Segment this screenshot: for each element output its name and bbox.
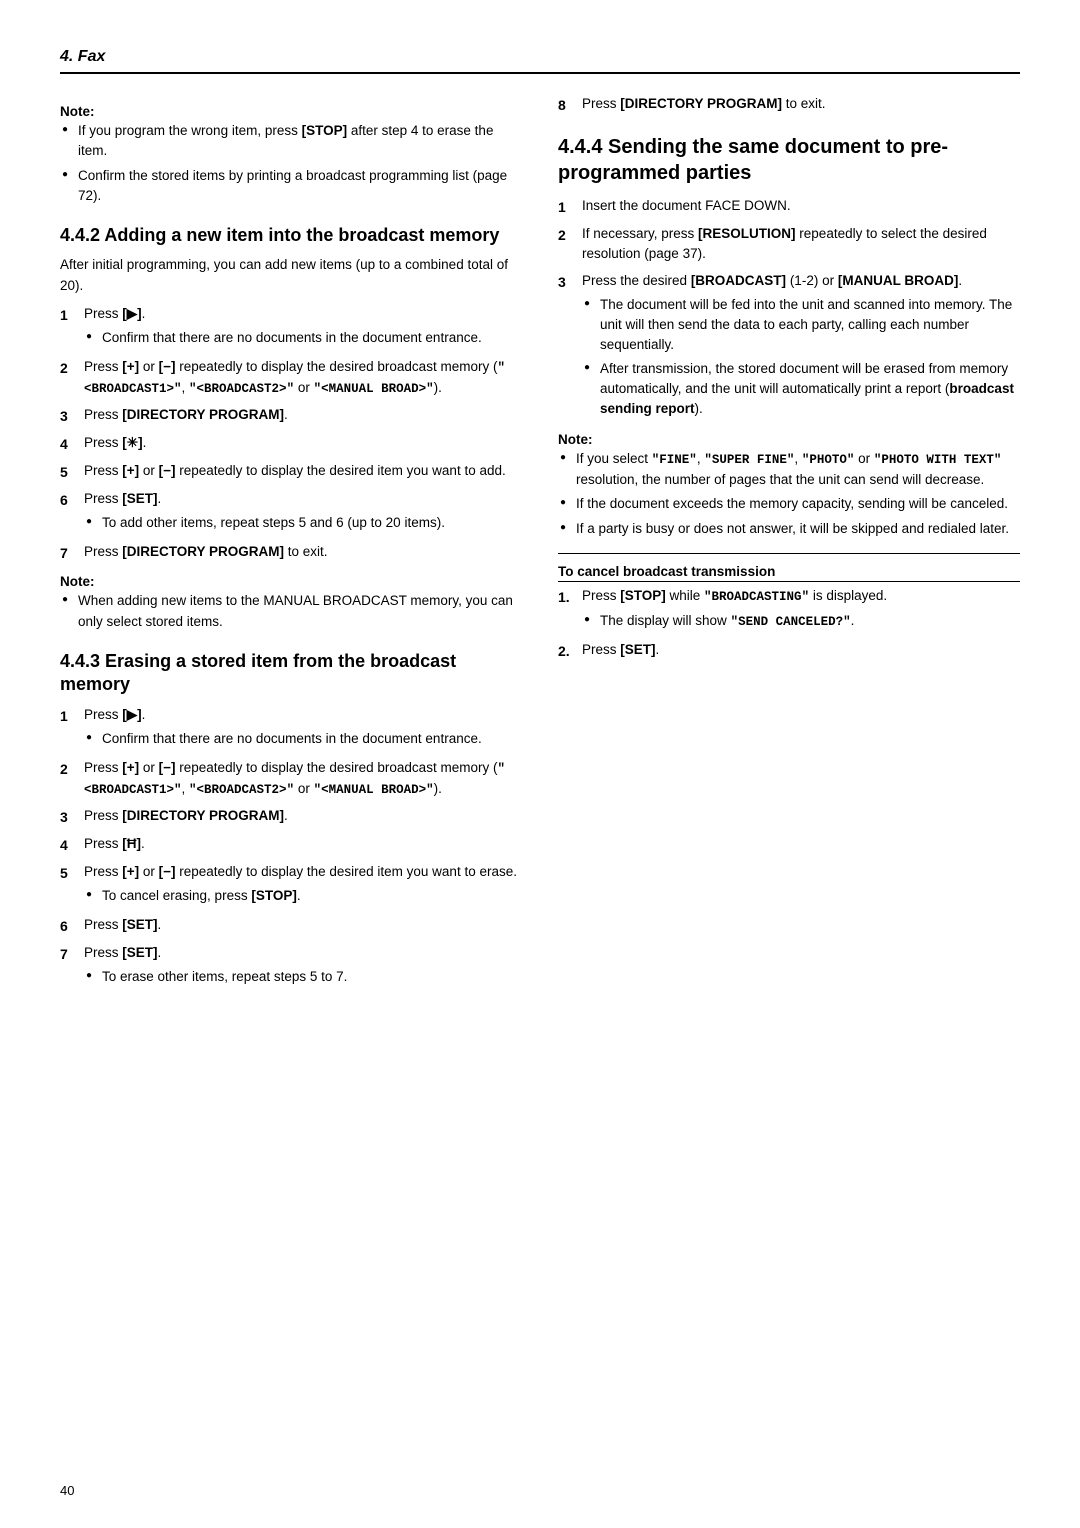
cancel-step-2: 2. Press [SET]. [558,640,1020,662]
list-item: The display will show "SEND CANCELED?". [582,611,1020,632]
step-6: 6 Press [SET]. To add other items, repea… [60,489,522,537]
note-422-bottom: Note: When adding new items to the MANUA… [60,574,522,632]
list-item: Confirm that there are no documents in t… [84,328,522,348]
step-7: 7 Press [SET]. To erase other items, rep… [60,943,522,991]
note-444: Note: If you select "FINE", "SUPER FINE"… [558,432,1020,539]
page: 4. Fax Note: If you program the wrong it… [0,0,1080,1528]
page-title: 4. Fax [60,48,105,66]
page-number: 40 [60,1483,74,1498]
step-3: 3 Press the desired [BROADCAST] (1-2) or… [558,271,1020,423]
list-item: If the document exceeds the memory capac… [558,494,1020,514]
two-column-layout: Note: If you program the wrong item, pre… [60,94,1020,999]
section-444-title: 4.4.4 Sending the same document to pre-p… [558,134,1020,186]
list-item: When adding new items to the MANUAL BROA… [60,591,522,632]
step-3: 3 Press [DIRECTORY PROGRAM]. [60,405,522,427]
step-5: 5 Press [+] or [−] repeatedly to display… [60,862,522,910]
step-1: 1 Press [▶]. Confirm that there are no d… [60,705,522,753]
page-header: 4. Fax [60,48,1020,74]
list-item: If a party is busy or does not answer, i… [558,519,1020,539]
list-item: If you program the wrong item, press [ST… [60,121,522,162]
step-6: 6 Press [SET]. [60,915,522,937]
note-list-top: If you program the wrong item, press [ST… [60,121,522,206]
list-item: To cancel erasing, press [STOP]. [84,886,522,906]
cancel-step-1: 1. Press [STOP] while "BROADCASTING" is … [558,586,1020,635]
cancel-steps-list: 1. Press [STOP] while "BROADCASTING" is … [558,586,1020,663]
list-item: To add other items, repeat steps 5 and 6… [84,513,522,533]
to-cancel-label: To cancel broadcast transmission [558,564,1020,582]
step-1: 1 Insert the document FACE DOWN. [558,196,1020,218]
step-4: 4 Press [Ħ]. [60,834,522,856]
list-item: To erase other items, repeat steps 5 to … [84,967,522,987]
step-8-right: 8 Press [DIRECTORY PROGRAM] to exit. [558,94,1020,116]
section-422-intro: After initial programming, you can add n… [60,255,522,296]
list-item: The document will be fed into the unit a… [582,295,1020,356]
steps-list-444: 1 Insert the document FACE DOWN. 2 If ne… [558,196,1020,422]
note-label: Note: [60,104,522,119]
step-2: 2 Press [+] or [−] repeatedly to display… [60,357,522,399]
divider [558,553,1020,554]
step-3: 3 Press [DIRECTORY PROGRAM]. [60,806,522,828]
left-column: Note: If you program the wrong item, pre… [60,94,522,999]
steps-list-423: 1 Press [▶]. Confirm that there are no d… [60,705,522,991]
step-2: 2 If necessary, press [RESOLUTION] repea… [558,224,1020,265]
right-column: 8 Press [DIRECTORY PROGRAM] to exit. 4.4… [558,94,1020,999]
page-footer: 40 [60,1483,74,1498]
step-7: 7 Press [DIRECTORY PROGRAM] to exit. [60,542,522,564]
step-1: 1 Press [▶]. Confirm that there are no d… [60,304,522,352]
list-item: If you select "FINE", "SUPER FINE", "PHO… [558,449,1020,490]
step-4: 4 Press [✳]. [60,433,522,455]
steps-list-422: 1 Press [▶]. Confirm that there are no d… [60,304,522,565]
list-item: Confirm the stored items by printing a b… [60,166,522,207]
section-422-title: 4.4.2 Adding a new item into the broadca… [60,224,522,247]
note-top: Note: If you program the wrong item, pre… [60,104,522,206]
list-item: After transmission, the stored document … [582,359,1020,420]
section-423-title: 4.4.3 Erasing a stored item from the bro… [60,650,522,697]
step-5: 5 Press [+] or [−] repeatedly to display… [60,461,522,483]
step-8: 8 Press [DIRECTORY PROGRAM] to exit. [558,94,1020,116]
step-2: 2 Press [+] or [−] repeatedly to display… [60,758,522,800]
list-item: Confirm that there are no documents in t… [84,729,522,749]
